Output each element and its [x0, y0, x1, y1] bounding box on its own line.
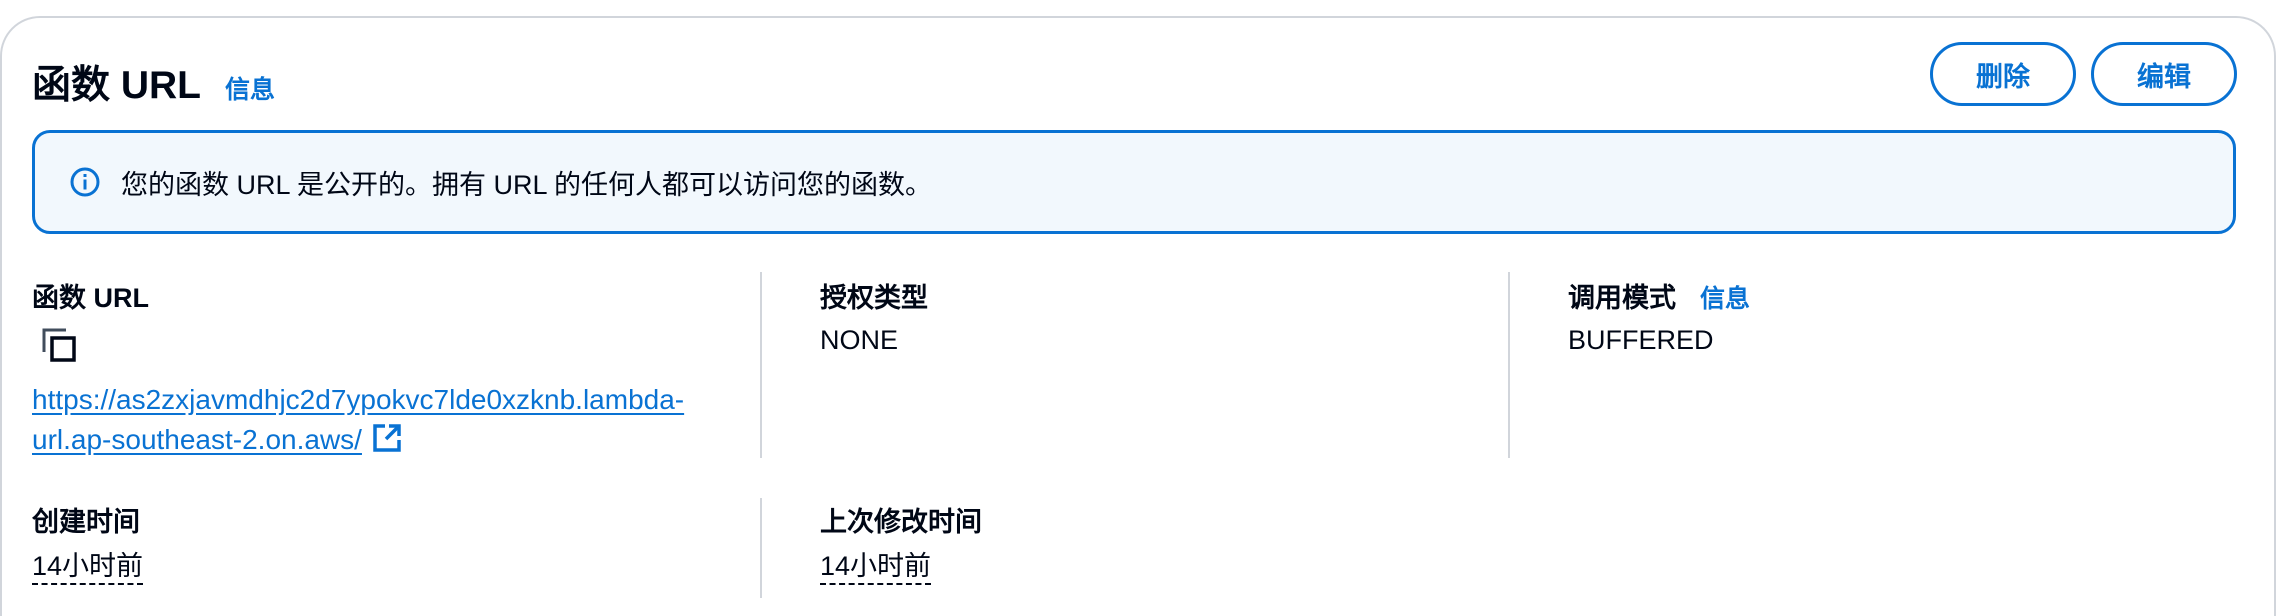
invoke-mode-label-row: 调用模式 信息 [1568, 276, 1750, 315]
alert-message: 您的函数 URL 是公开的。拥有 URL 的任何人都可以访问您的函数。 [121, 169, 933, 200]
panel-title: 函数 URL [32, 64, 201, 107]
column-divider [760, 272, 762, 458]
info-circle-icon [69, 166, 101, 198]
invoke-mode-info-link[interactable]: 信息 [1700, 279, 1750, 315]
function-url-link[interactable]: https://as2zxjavmdhjc2d7ypokvc7lde0xzknb… [32, 380, 692, 460]
column-divider [760, 498, 762, 598]
auth-type-label: 授权类型 [820, 283, 928, 313]
header-info-link[interactable]: 信息 [225, 70, 275, 106]
copy-icon[interactable] [40, 326, 80, 366]
function-url-text: https://as2zxjavmdhjc2d7ypokvc7lde0xzknb… [32, 384, 685, 455]
column-divider [1508, 272, 1510, 458]
modified-field: 上次修改时间 14小时前 [820, 500, 982, 585]
edit-button[interactable]: 编辑 [2091, 42, 2237, 106]
auth-type-value: NONE [820, 325, 899, 355]
external-link-icon [372, 423, 402, 453]
invoke-mode-value: BUFFERED [1568, 325, 1714, 355]
invoke-mode-label: 调用模式 [1568, 283, 1676, 313]
panel-header: 函数 URL 信息 [32, 54, 275, 110]
modified-value[interactable]: 14小时前 [820, 549, 932, 585]
function-url-panel [0, 16, 2276, 616]
created-field: 创建时间 14小时前 [32, 500, 144, 585]
auth-type-field: 授权类型 NONE [820, 276, 928, 356]
function-url-label: 函数 URL [32, 283, 149, 313]
function-url-field: 函数 URL [32, 276, 149, 315]
delete-button[interactable]: 删除 [1930, 42, 2076, 106]
created-label: 创建时间 [32, 507, 140, 537]
public-url-alert: 您的函数 URL 是公开的。拥有 URL 的任何人都可以访问您的函数。 [32, 130, 2236, 234]
invoke-mode-field: 调用模式 信息 BUFFERED [1568, 276, 1750, 356]
created-value[interactable]: 14小时前 [32, 549, 144, 585]
modified-label: 上次修改时间 [820, 507, 982, 537]
